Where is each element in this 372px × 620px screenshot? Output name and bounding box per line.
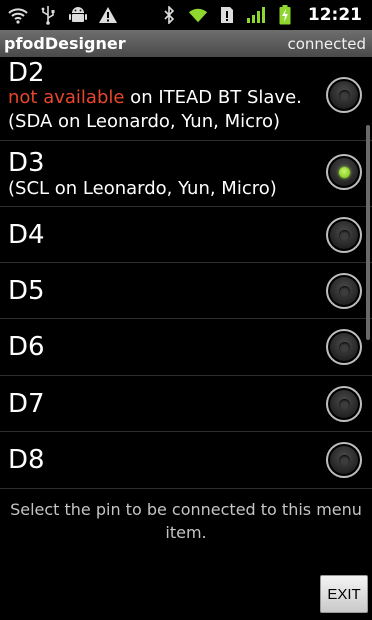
pin-row-d5[interactable]: D5 xyxy=(0,263,372,319)
scrollbar[interactable] xyxy=(366,125,370,340)
radio-button[interactable] xyxy=(326,386,362,422)
pin-row-d2[interactable]: D2 not available on ITEAD BT Slave. (SDA… xyxy=(0,57,372,141)
radio-dot xyxy=(338,89,350,101)
pin-note: (SDA on Leonardo, Yun, Micro) xyxy=(8,111,281,132)
radio-button[interactable] xyxy=(326,442,362,478)
warning-icon xyxy=(98,5,118,25)
radio-dot xyxy=(338,166,350,178)
cell-signal-icon xyxy=(246,5,266,25)
app-title: pfodDesigner xyxy=(4,34,126,53)
radio-button[interactable] xyxy=(326,77,362,113)
battery-charging-icon xyxy=(275,5,295,25)
title-bar: pfodDesigner connected xyxy=(0,30,372,57)
pin-note: (SCL on Leonardo, Yun, Micro) xyxy=(8,178,277,199)
pin-row-d6[interactable]: D6 xyxy=(0,319,372,376)
instruction-text: Select the pin to be connected to this m… xyxy=(10,500,362,542)
clock: 12:21 xyxy=(307,5,362,25)
pin-row-d7[interactable]: D7 xyxy=(0,376,372,432)
radio-button[interactable] xyxy=(326,273,362,309)
not-available-text: not available xyxy=(8,87,125,108)
pin-label: D8 xyxy=(8,445,45,475)
status-bar: 12:21 xyxy=(0,0,372,30)
radio-button[interactable] xyxy=(326,329,362,365)
usb-icon xyxy=(38,5,58,25)
pin-label: D3 xyxy=(8,148,45,178)
connection-status: connected xyxy=(287,34,366,53)
wifi-signal-icon xyxy=(188,5,208,25)
radio-dot xyxy=(338,285,350,297)
pin-label: D6 xyxy=(8,332,45,362)
radio-dot xyxy=(338,229,350,241)
radio-button-selected[interactable] xyxy=(326,154,362,190)
radio-button[interactable] xyxy=(326,217,362,253)
bluetooth-icon xyxy=(159,5,179,25)
radio-dot xyxy=(338,454,350,466)
radio-dot xyxy=(338,398,350,410)
android-icon xyxy=(68,5,88,25)
pin-row-d4[interactable]: D4 xyxy=(0,207,372,263)
wifi-icon xyxy=(8,5,28,25)
pin-label: D2 xyxy=(8,58,45,88)
sim-alert-icon xyxy=(217,5,237,25)
pin-row-d8[interactable]: D8 xyxy=(0,432,372,489)
pin-list: D2 not available on ITEAD BT Slave. (SDA… xyxy=(0,57,372,489)
pin-availability: not available on ITEAD BT Slave. xyxy=(8,86,302,110)
footer: Select the pin to be connected to this m… xyxy=(0,489,372,620)
pin-label: D5 xyxy=(8,276,45,306)
pin-label: D7 xyxy=(8,389,45,419)
exit-button[interactable]: EXIT xyxy=(320,575,368,613)
radio-dot xyxy=(338,341,350,353)
pin-row-d3[interactable]: D3 (SCL on Leonardo, Yun, Micro) xyxy=(0,141,372,207)
availability-detail: on ITEAD BT Slave. xyxy=(124,87,302,108)
pin-label: D4 xyxy=(8,220,45,250)
